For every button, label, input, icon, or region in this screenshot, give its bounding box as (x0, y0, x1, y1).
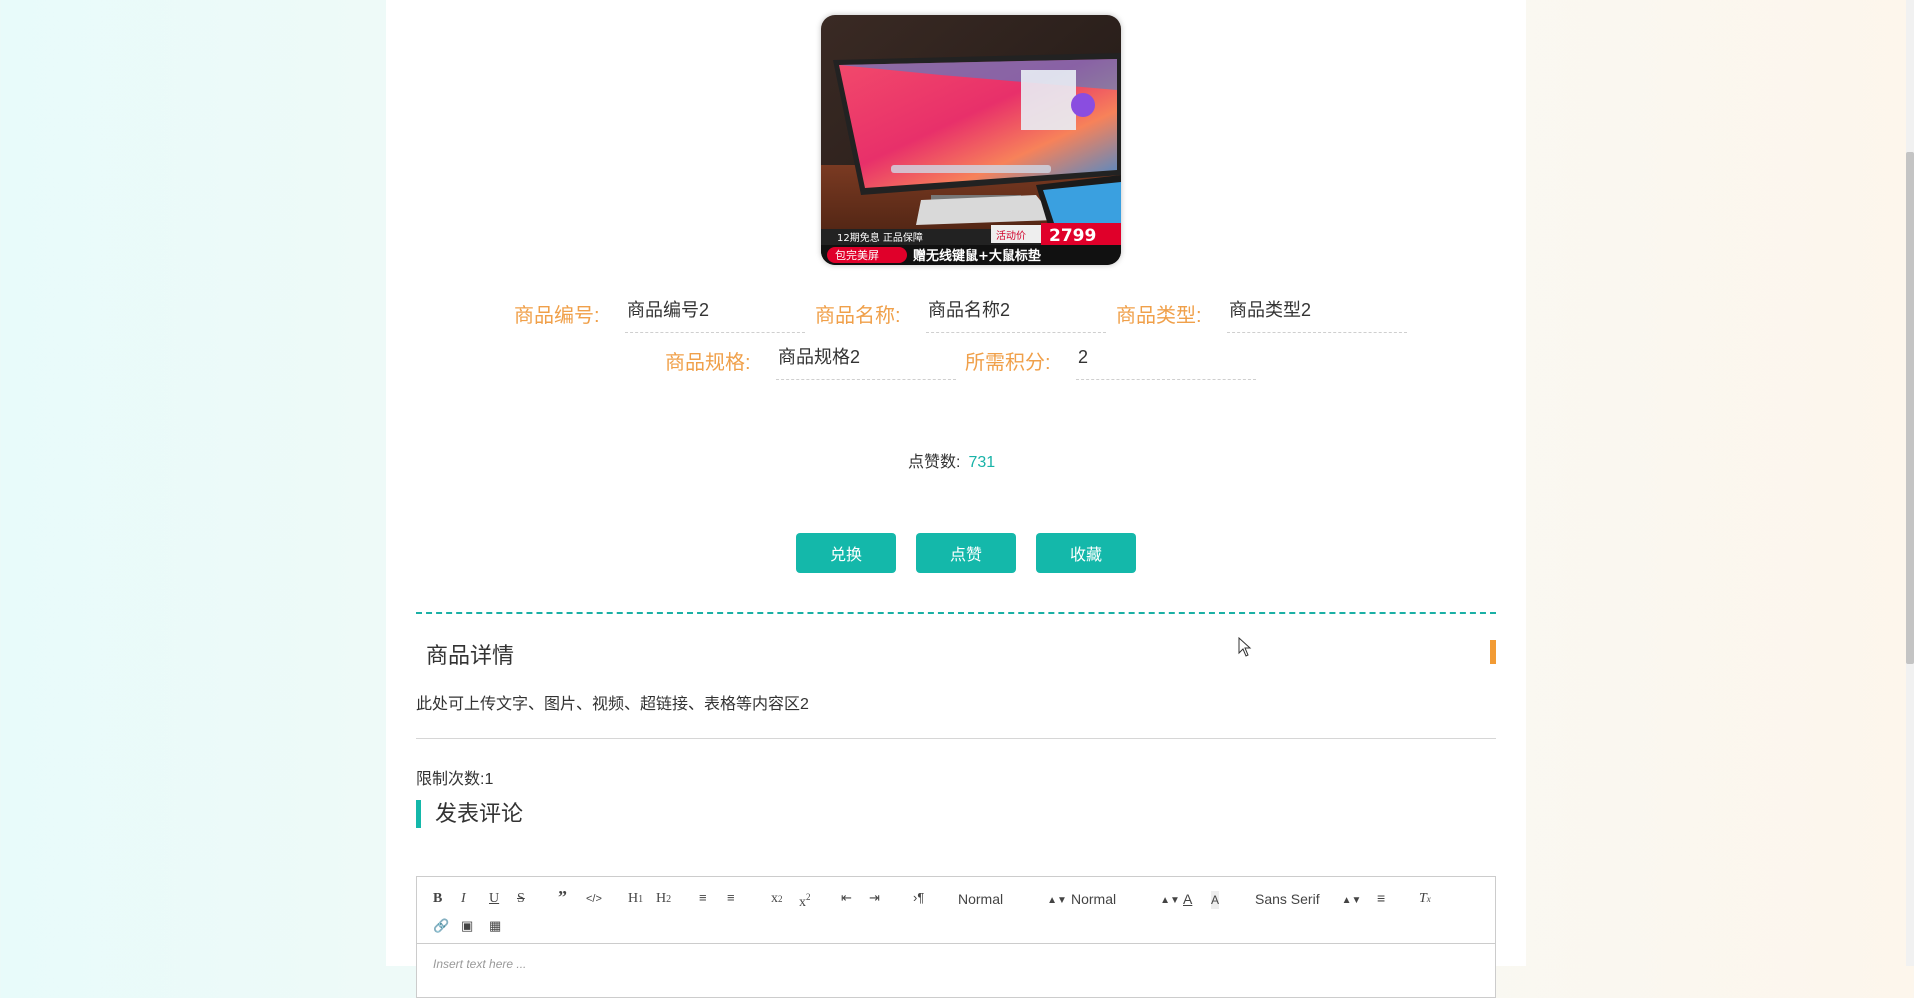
banner-price: 2799 (1049, 226, 1096, 246)
field-value-points: 2 (1076, 345, 1256, 380)
field-value-name: 商品名称2 (926, 298, 1106, 333)
field-label-points: 所需积分: (965, 352, 1051, 374)
likes-count: 731 (968, 454, 996, 471)
product-image: 12期免息 正品保障 活动价 2799 包完美屏 赠无线键鼠+大鼠标垫 (821, 15, 1121, 265)
banner-top-left: 12期免息 正品保障 (837, 231, 923, 244)
field-value-type: 商品类型2 (1227, 298, 1407, 333)
header1-icon[interactable]: H1 (628, 890, 643, 909)
limit-label: 限制次数: (416, 771, 485, 788)
banner-tag: 活动价 (996, 230, 1026, 242)
detail-marker (1490, 640, 1496, 664)
font-select[interactable]: Sans Serif ▲▼ (1255, 890, 1361, 910)
header2-icon[interactable]: H2 (656, 890, 671, 909)
field-label-code: 商品编号: (514, 305, 600, 327)
like-button[interactable]: 点赞 (916, 533, 1016, 573)
banner-badge: 包完美屏 (835, 248, 879, 262)
text-direction-icon[interactable]: ›¶ (913, 889, 924, 907)
page-scrollbar[interactable] (1906, 0, 1914, 966)
field-value-spec: 商品规格2 (776, 345, 956, 380)
bullet-list-icon[interactable]: ≡ (727, 889, 735, 907)
field-label-type: 商品类型: (1116, 305, 1202, 327)
comment-editor: B I U S ” </> H1 H2 ≡ ≡ x2 x2 ⇤ ⇥ ›¶ Nor… (416, 876, 1496, 998)
likes-count-row: 点赞数: 731 (908, 448, 995, 472)
banner-bottom: 赠无线键鼠+大鼠标垫 (913, 248, 1041, 264)
limit-value: 1 (484, 771, 494, 788)
section-divider (416, 738, 1496, 739)
font-color-icon[interactable]: A (1183, 890, 1192, 908)
field-label-spec: 商品规格: (665, 352, 751, 374)
mouse-cursor-icon (1238, 637, 1252, 657)
field-label-name: 商品名称: (815, 305, 901, 327)
outdent-icon[interactable]: ⇤ (841, 889, 852, 907)
bold-icon[interactable]: B (433, 890, 442, 908)
background-color-icon[interactable]: A (1211, 891, 1220, 909)
strike-icon[interactable]: S (517, 890, 525, 908)
italic-icon[interactable]: I (461, 890, 466, 908)
subscript-icon[interactable]: x2 (771, 890, 783, 908)
section-divider-dashed (416, 612, 1496, 614)
header-select[interactable]: Normal ▲▼ (958, 890, 1067, 910)
favorite-button[interactable]: 收藏 (1036, 533, 1136, 573)
exchange-button[interactable]: 兑换 (796, 533, 896, 573)
limit-row: 限制次数:1 (416, 765, 493, 789)
detail-content: 此处可上传文字、图片、视频、超链接、表格等内容区2 (416, 696, 809, 713)
link-icon[interactable]: 🔗 (433, 917, 449, 935)
align-icon[interactable]: ≡ (1377, 889, 1385, 907)
scrollbar-thumb[interactable] (1906, 152, 1914, 664)
underline-icon[interactable]: U (489, 890, 499, 908)
superscript-icon[interactable]: x2 (799, 888, 811, 912)
editor-placeholder[interactable]: Insert text here ... (433, 957, 526, 971)
ordered-list-icon[interactable]: ≡ (699, 889, 707, 907)
clear-format-icon[interactable]: Tx (1419, 890, 1431, 908)
detail-title: 商品详情 (426, 643, 515, 668)
indent-icon[interactable]: ⇥ (869, 889, 880, 907)
size-select[interactable]: Normal ▲▼ (1071, 890, 1180, 910)
image-icon[interactable]: ▣ (461, 917, 473, 935)
likes-label: 点赞数: (908, 454, 961, 471)
code-icon[interactable]: </> (586, 890, 602, 908)
blockquote-icon[interactable]: ” (558, 888, 567, 906)
video-icon[interactable]: ▦ (489, 917, 501, 935)
editor-toolbar: B I U S ” </> H1 H2 ≡ ≡ x2 x2 ⇤ ⇥ ›¶ Nor… (417, 877, 1495, 944)
field-value-code: 商品编号2 (625, 298, 805, 333)
comment-title: 发表评论 (416, 800, 523, 828)
